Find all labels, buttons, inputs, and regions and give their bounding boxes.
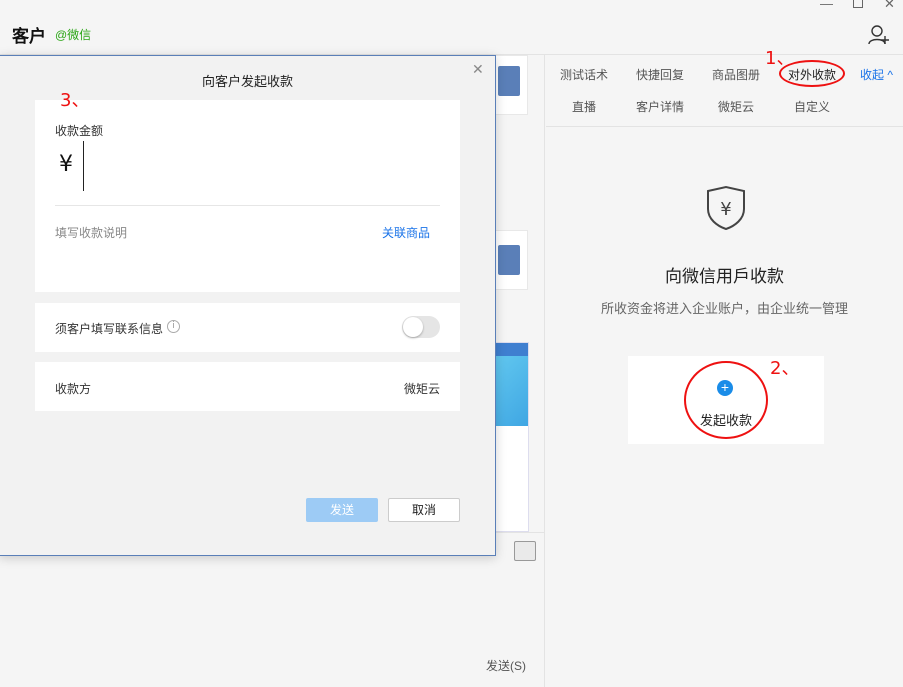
send-message-button[interactable]: 发送(S) [486, 657, 526, 674]
annotation-step-3: 3、 [60, 90, 90, 111]
svg-text:¥: ¥ [720, 199, 731, 220]
payee-label: 收款方 [55, 382, 92, 396]
tab-weijuyun[interactable]: 微矩云 [718, 98, 754, 115]
currency-symbol: ¥ [59, 152, 73, 177]
add-user-icon[interactable] [868, 24, 890, 46]
description-input[interactable]: 填写收款说明 [55, 224, 127, 241]
collapse-button[interactable]: 收起 ^ [860, 66, 893, 83]
minimize-button[interactable]: — [820, 0, 833, 11]
tab-test-script[interactable]: 测试话术 [560, 66, 608, 83]
tab-custom[interactable]: 自定义 [794, 98, 830, 115]
contact-info-section: 须客户填写联系信息 i [35, 303, 460, 352]
annotation-step-2: 2、 [770, 358, 800, 379]
payee-value: 微矩云 [404, 382, 441, 396]
wechat-tag: @微信 [55, 28, 92, 42]
amount-input[interactable] [83, 141, 84, 191]
amount-label: 收款金额 [55, 124, 104, 138]
close-icon[interactable]: ✕ [472, 61, 484, 78]
panel-title: 向微信用戶收款 [665, 267, 784, 286]
payee-section: 收款方 微矩云 [35, 362, 460, 411]
collapse-label: 收起 [860, 68, 885, 82]
close-window-button[interactable]: ✕ [884, 0, 895, 12]
maximize-button[interactable] [853, 0, 863, 8]
divider [55, 205, 440, 206]
send-button[interactable]: 发送 [306, 498, 378, 522]
payment-dialog: 向客户发起收款 ✕ 收款金额 ¥ 填写收款说明 关联商品 须客户填写联系信息 i… [0, 55, 496, 556]
link-goods-link[interactable]: 关联商品 [382, 224, 430, 241]
right-panel: 测试话术 快捷回复 商品图册 对外收款 收起 ^ 直播 客户详情 微矩云 自定义… [546, 55, 903, 687]
page-title: 客户 [12, 27, 46, 46]
tab-quick-reply[interactable]: 快捷回复 [636, 66, 684, 83]
message-card[interactable] [495, 55, 528, 115]
phone-preview-banner [496, 356, 528, 426]
contact-info-toggle[interactable] [402, 316, 440, 338]
phone-preview-header [496, 343, 528, 356]
layout-toggle-icon[interactable] [514, 541, 536, 561]
document-icon [498, 66, 520, 96]
document-icon [498, 245, 520, 275]
panel-description: 所收资金将进入企业账户，由企业统一管理 [600, 301, 848, 316]
tool-tabs: 测试话术 快捷回复 商品图册 对外收款 收起 ^ 直播 客户详情 微矩云 自定义 [546, 55, 903, 127]
annotation-step-1: 1、 [765, 48, 795, 69]
contact-info-label: 须客户填写联系信息 [55, 322, 164, 336]
info-icon[interactable]: i [167, 320, 180, 333]
tab-live[interactable]: 直播 [572, 98, 596, 115]
cancel-button[interactable]: 取消 [388, 498, 460, 522]
message-card[interactable] [495, 230, 528, 290]
toggle-knob [403, 317, 423, 337]
amount-section: 收款金额 ¥ 填写收款说明 关联商品 [35, 100, 460, 292]
shield-yen-icon: ¥ [707, 185, 745, 231]
chevron-up-icon: ^ [887, 68, 893, 82]
phone-preview-image[interactable] [495, 342, 529, 532]
tab-customer-details[interactable]: 客户详情 [636, 98, 684, 115]
annotation-circle [684, 361, 768, 439]
tab-product-album[interactable]: 商品图册 [712, 66, 760, 83]
